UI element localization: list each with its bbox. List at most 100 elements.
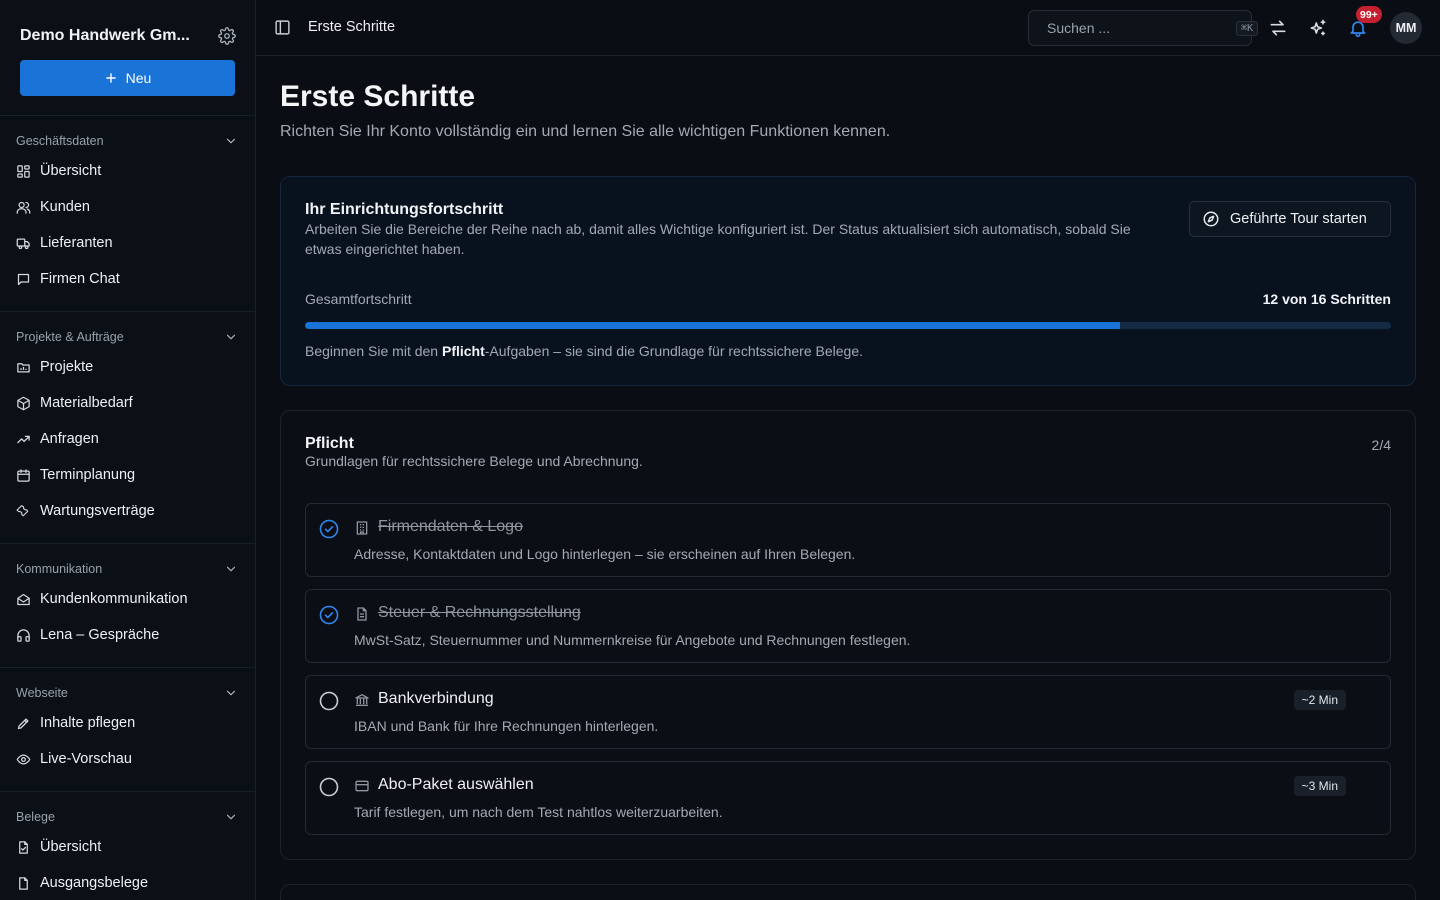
section-toggle[interactable]: Projekte & Aufträge: [0, 325, 255, 349]
truck-icon: [16, 238, 30, 249]
nav-section-projekte: Projekte & Aufträge Projekte Materialbed…: [0, 325, 255, 529]
check-circle-icon: [319, 519, 339, 539]
sidebar-item-label: Kundenkommunikation: [40, 591, 188, 607]
search-shortcut: ⌘K: [1236, 20, 1259, 36]
sidebar-item-live-vorschau[interactable]: Live-Vorschau: [0, 741, 255, 777]
eye-icon: [16, 754, 31, 764]
empty-circle-icon[interactable]: [319, 691, 339, 711]
sidebar-item-label: Ausgangsbelege: [40, 875, 149, 891]
sidebar-item-anfragen[interactable]: Anfragen: [0, 421, 255, 457]
progress-bar-fill: [305, 322, 1120, 329]
switch-arrows-icon[interactable]: [1268, 18, 1288, 38]
sidebar-item-inhalte-pflegen[interactable]: Inhalte pflegen: [0, 705, 255, 741]
divider: [0, 311, 255, 312]
hint-text-end: -Aufgaben – sie sind die Grundlage für r…: [484, 343, 863, 359]
task-firmendaten[interactable]: Firmendaten & Logo Adresse, Kontaktdaten…: [305, 503, 1391, 577]
task-steuer[interactable]: Steuer & Rechnungsstellung MwSt-Satz, St…: [305, 589, 1391, 663]
search-input[interactable]: [1047, 20, 1228, 36]
setup-progress-card: Ihr Einrichtungsfortschritt Arbeiten Sie…: [280, 176, 1416, 386]
sidebar-item-kundenkommunikation[interactable]: Kundenkommunikation: [0, 581, 255, 617]
pflicht-count: 2/4: [1371, 437, 1391, 453]
task-description: MwSt-Satz, Steuernummer und Nummernkreis…: [354, 632, 911, 648]
chevron-down-icon: [226, 690, 236, 696]
duration-badge: ~2 Min: [1293, 690, 1346, 710]
sidebar-item-label: Anfragen: [40, 431, 99, 447]
sidebar-item-lieferanten[interactable]: Lieferanten: [0, 225, 255, 261]
section-title: Webseite: [16, 686, 68, 700]
task-abo-paket[interactable]: Abo-Paket auswählen Tarif festlegen, um …: [305, 761, 1391, 835]
nav-section-kommunikation: Kommunikation Kundenkommunikation Lena –…: [0, 557, 255, 653]
sidebar-item-projekte[interactable]: Projekte: [0, 349, 255, 385]
sidebar: Demo Handwerk Gm... Neu Geschäftsdaten Ü…: [0, 0, 256, 900]
gear-icon[interactable]: [218, 27, 236, 45]
hint-bold: Pflicht: [441, 343, 485, 359]
sidebar-item-ausgangsbelege[interactable]: Ausgangsbelege: [0, 865, 255, 900]
sidebar-item-wartungsvertraege[interactable]: Wartungsverträge: [0, 493, 255, 529]
empty-circle-icon[interactable]: [319, 777, 339, 797]
pflicht-subtitle: Grundlagen für rechtssichere Belege und …: [305, 453, 643, 469]
sidebar-item-label: Materialbedarf: [40, 395, 133, 411]
sidebar-item-label: Inhalte pflegen: [40, 715, 136, 731]
divider: [0, 667, 255, 668]
new-button[interactable]: Neu: [20, 60, 235, 96]
sidebar-item-firmen-chat[interactable]: Firmen Chat: [0, 261, 255, 297]
sidebar-item-lena-gespraeche[interactable]: Lena – Gespräche: [0, 617, 255, 653]
nav-section-geschaeftsdaten: Geschäftsdaten Übersicht Kunden Lieferan…: [0, 129, 255, 297]
section-title: Geschäftsdaten: [16, 134, 104, 148]
divider: [0, 791, 255, 792]
section-title: Projekte & Aufträge: [16, 330, 124, 344]
sidebar-item-kunden[interactable]: Kunden: [0, 189, 255, 225]
company-switcher[interactable]: Demo Handwerk Gm...: [20, 24, 236, 48]
sidebar-item-label: Übersicht: [40, 163, 102, 179]
box-icon: [17, 396, 30, 410]
sidebar-item-label: Projekte: [40, 359, 94, 375]
wrench-icon: [16, 504, 29, 516]
search-box[interactable]: ⌘K: [1028, 10, 1259, 46]
topbar: Erste Schritte ⌘K 99+ MM: [256, 0, 1440, 56]
sidebar-item-label: Live-Vorschau: [40, 751, 132, 767]
sidebar-item-label: Lieferanten: [40, 235, 113, 251]
bank-icon: [354, 692, 370, 708]
sidebar-item-label: Wartungsverträge: [40, 503, 155, 519]
progress-title: Ihr Einrichtungsfortschritt: [305, 201, 504, 218]
sidebar-item-label: Firmen Chat: [40, 271, 120, 287]
section-title: Belege: [16, 810, 55, 824]
sidebar-item-belege-uebersicht[interactable]: Übersicht: [0, 829, 255, 865]
progress-count: 12 von 16 Schritten: [1262, 291, 1391, 307]
progress-label: Gesamtfortschritt: [305, 291, 412, 307]
hint-text-start: Beginnen Sie mit den: [305, 343, 442, 359]
task-title: Steuer & Rechnungsstellung: [378, 604, 581, 621]
sparkles-icon[interactable]: [1308, 18, 1328, 38]
notification-badge: 99+: [1356, 6, 1382, 23]
pflicht-title: Pflicht: [305, 435, 354, 452]
avatar[interactable]: MM: [1390, 12, 1422, 44]
sidebar-item-label: Übersicht: [40, 839, 102, 855]
sidebar-toggle-icon[interactable]: [274, 19, 291, 36]
start-tour-label: Geführte Tour starten: [1230, 211, 1367, 227]
task-bankverbindung[interactable]: Bankverbindung IBAN und Bank für Ihre Re…: [305, 675, 1391, 749]
section-toggle[interactable]: Kommunikation: [0, 557, 255, 581]
file-icon: [19, 876, 28, 890]
page-title: Erste Schritte: [280, 80, 476, 113]
start-tour-button[interactable]: Geführte Tour starten: [1189, 201, 1391, 237]
document-icon: [354, 606, 370, 622]
mail-icon: [17, 593, 30, 605]
sidebar-item-materialbedarf[interactable]: Materialbedarf: [0, 385, 255, 421]
sidebar-item-terminplanung[interactable]: Terminplanung: [0, 457, 255, 493]
building-icon: [354, 520, 370, 536]
nav-section-webseite: Webseite Inhalte pflegen Live-Vorschau: [0, 681, 255, 777]
sidebar-item-label: Lena – Gespräche: [40, 627, 160, 643]
pencil-icon: [17, 718, 29, 729]
section-toggle[interactable]: Webseite: [0, 681, 255, 705]
breadcrumb: Erste Schritte: [308, 19, 396, 35]
company-name: Demo Handwerk Gm...: [20, 27, 190, 44]
chat-icon: [17, 273, 30, 285]
task-title: Abo-Paket auswählen: [378, 776, 534, 793]
section-toggle[interactable]: Geschäftsdaten: [0, 129, 255, 153]
next-section-card: [280, 884, 1416, 900]
progress-description: Arbeiten Sie die Bereiche der Reihe nach…: [305, 221, 1131, 257]
sidebar-item-uebersicht[interactable]: Übersicht: [0, 153, 255, 189]
section-toggle[interactable]: Belege: [0, 805, 255, 829]
plus-icon: [105, 73, 116, 83]
divider: [0, 115, 255, 116]
